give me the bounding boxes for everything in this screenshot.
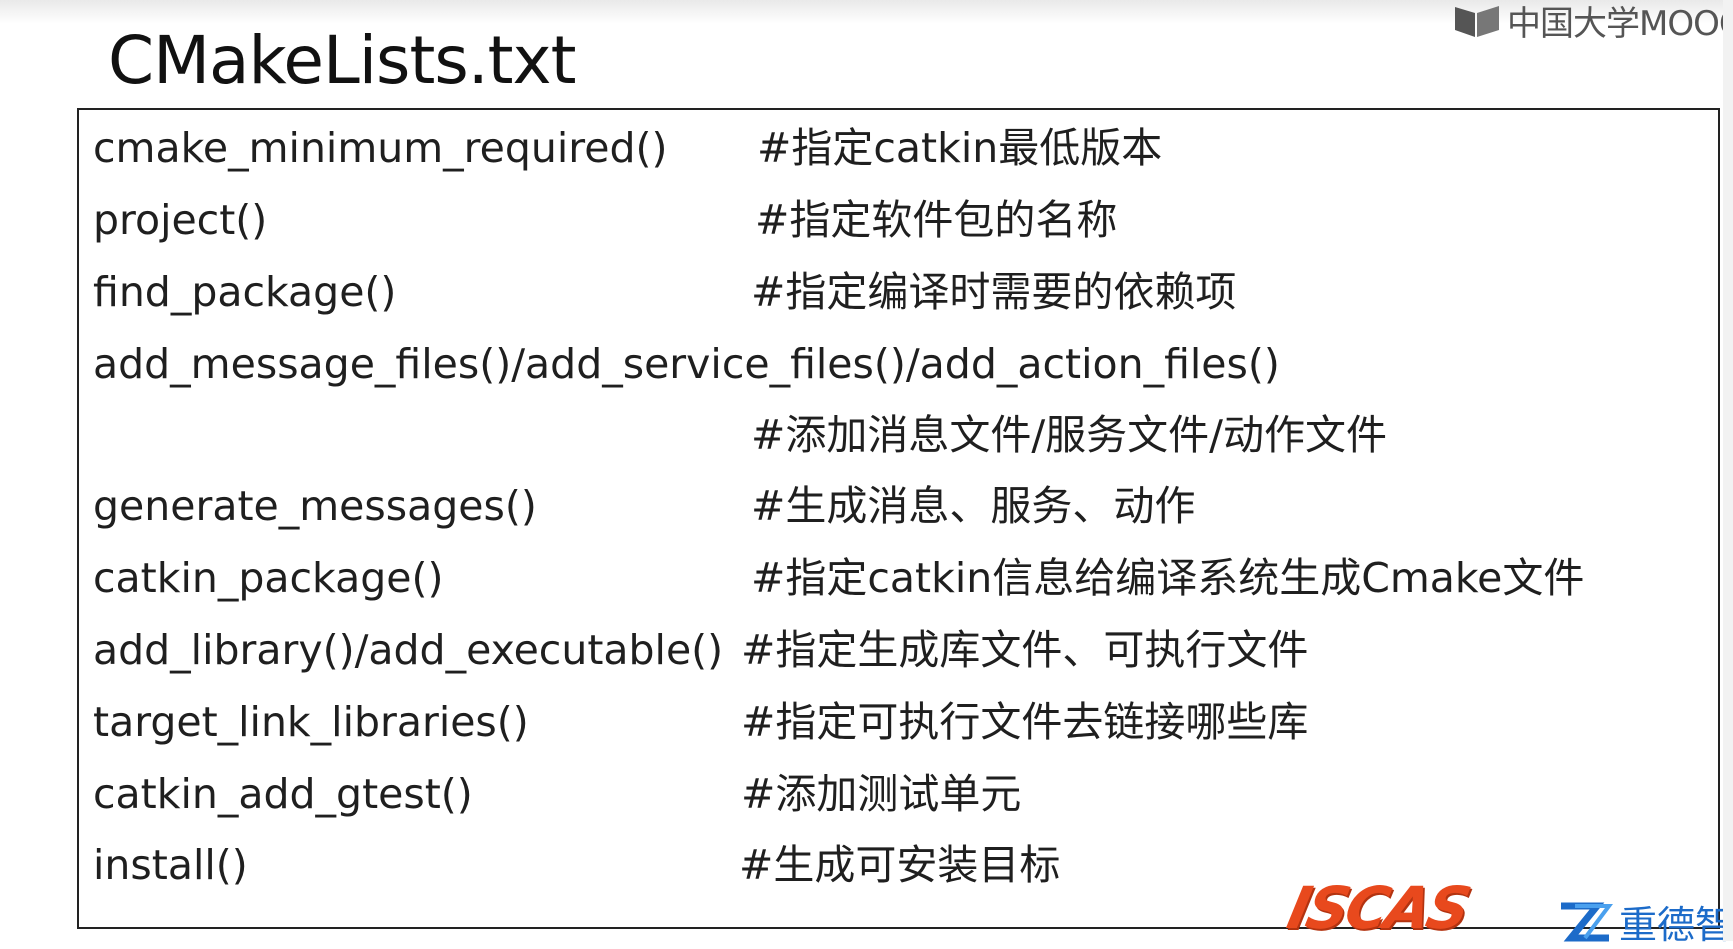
command-comment: #生成消息、服务、动作 <box>751 482 1196 530</box>
command-comment: #指定生成库文件、可执行文件 <box>741 626 1309 674</box>
command-name: find_package() <box>93 268 397 316</box>
command-name: project() <box>93 196 268 244</box>
command-name: catkin_package() <box>93 554 444 602</box>
command-comment: #指定软件包的名称 <box>755 196 1118 244</box>
command-name: install() <box>93 841 248 889</box>
command-name: generate_messages() <box>93 482 537 530</box>
command-comment: #指定catkin最低版本 <box>757 124 1163 172</box>
command-name: target_link_libraries() <box>93 698 529 746</box>
command-comment: #添加测试单元 <box>741 770 1022 818</box>
mooc-watermark: 中国大学MOOC <box>1453 0 1733 44</box>
command-name: catkin_add_gtest() <box>93 770 473 818</box>
zd-logo-icon <box>1561 902 1613 941</box>
command-comment: #指定catkin信息给编译系统生成Cmake文件 <box>751 554 1585 602</box>
sponsor-logos: ISCAS 重德智 <box>1281 870 1733 947</box>
slide-title: CMakeLists.txt <box>108 22 576 99</box>
command-comment: #指定编译时需要的依赖项 <box>751 268 1237 316</box>
command-comment: #生成可安装目标 <box>739 841 1061 889</box>
command-name: cmake_minimum_required() <box>93 124 668 172</box>
command-table: cmake_minimum_required() #指定catkin最低版本 p… <box>77 108 1720 929</box>
mooc-watermark-text: 中国大学MOOC <box>1507 3 1733 44</box>
iscas-logo: ISCAS <box>1281 874 1474 942</box>
right-edge <box>1723 0 1733 941</box>
command-name: add_message_files()/add_service_files()/… <box>93 340 1280 388</box>
mooc-logo-icon <box>1455 6 1499 37</box>
command-name: add_library()/add_executable() <box>93 626 724 674</box>
command-comment: #指定可执行文件去链接哪些库 <box>741 698 1309 746</box>
command-comment: #添加消息文件/服务文件/动作文件 <box>751 411 1387 459</box>
